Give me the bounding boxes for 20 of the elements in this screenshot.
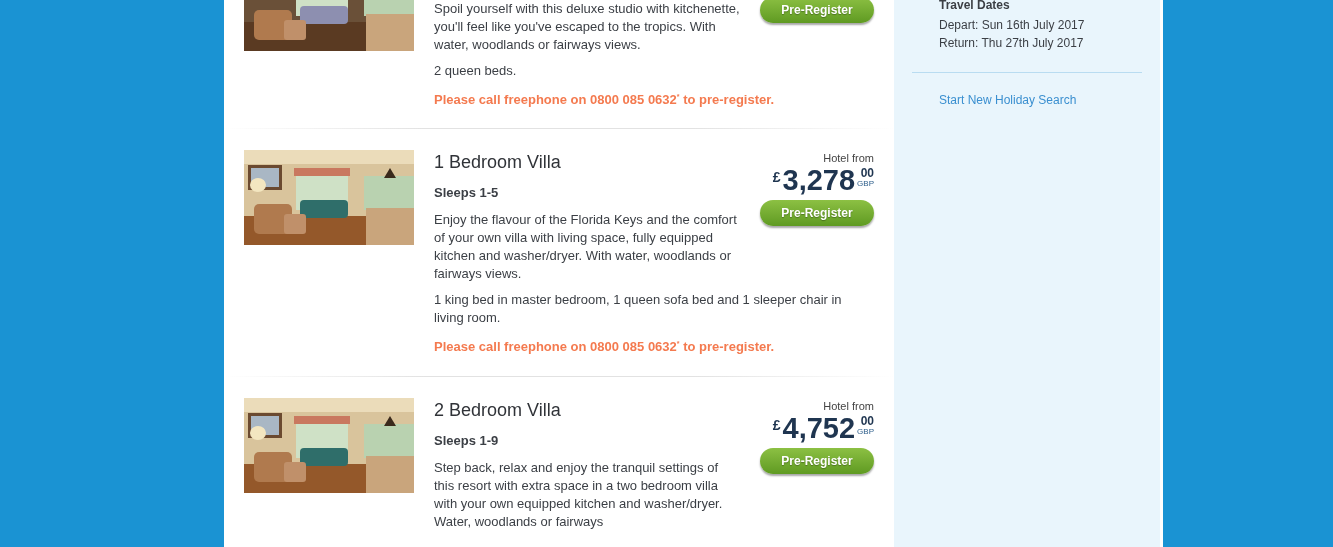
- room-title: 1 Bedroom Villa: [434, 152, 561, 174]
- pre-register-button[interactable]: Pre-Register: [760, 447, 874, 474]
- beds-info: 1 king bed in master bedroom, 1 queen sofa bed and 1 sleeper chair in living room.: [434, 291, 843, 328]
- room-description: Step back, relax and enjoy the tranquil settings of this resort with extra space in a two bedroom villa with your own equipped kitchen and washer/dryer. Water, woodlands or fairways: [434, 458, 724, 531]
- freephone-note: Please call freephone on 0800 085 0632$^{*}$ to pre-register.: [434, 338, 776, 357]
- sleeps-label: Sleeps 1-5: [434, 185, 499, 201]
- room-description: Spoil yourself with this deluxe studio with kitchenette, you'll feel like you've escaped to the tropics. With water, woodlands or fairways views.: [434, 0, 740, 54]
- room-description: Enjoy the flavour of the Florida Keys and the comfort of your own villa with living space, fully equipped kitchen and washer/dryer. With water, woodlands or fairways views.: [434, 211, 738, 284]
- pre-register-button[interactable]: Pre-Register: [760, 200, 874, 227]
- beds-info: 2 queen beds.: [434, 62, 518, 80]
- section-heading: Travel Dates: [939, 0, 1010, 12]
- room-title: 2 Bedroom Villa: [434, 399, 561, 421]
- sleeps-label: Sleeps 1-9: [434, 432, 499, 448]
- travel-date: Depart: Sun 16th July 2017: [939, 17, 1085, 34]
- pre-register-button[interactable]: Pre-Register: [760, 0, 874, 23]
- new-search-link[interactable]: Start New Holiday Search: [939, 93, 1077, 107]
- price-label: Hotel from: [823, 399, 874, 412]
- price-label: Hotel from: [823, 152, 874, 165]
- freephone-note: Please call freephone on 0800 085 0632$^{*}$ to pre-register.: [434, 91, 776, 110]
- travel-date: Return: Thu 27th July 2017: [939, 35, 1084, 52]
